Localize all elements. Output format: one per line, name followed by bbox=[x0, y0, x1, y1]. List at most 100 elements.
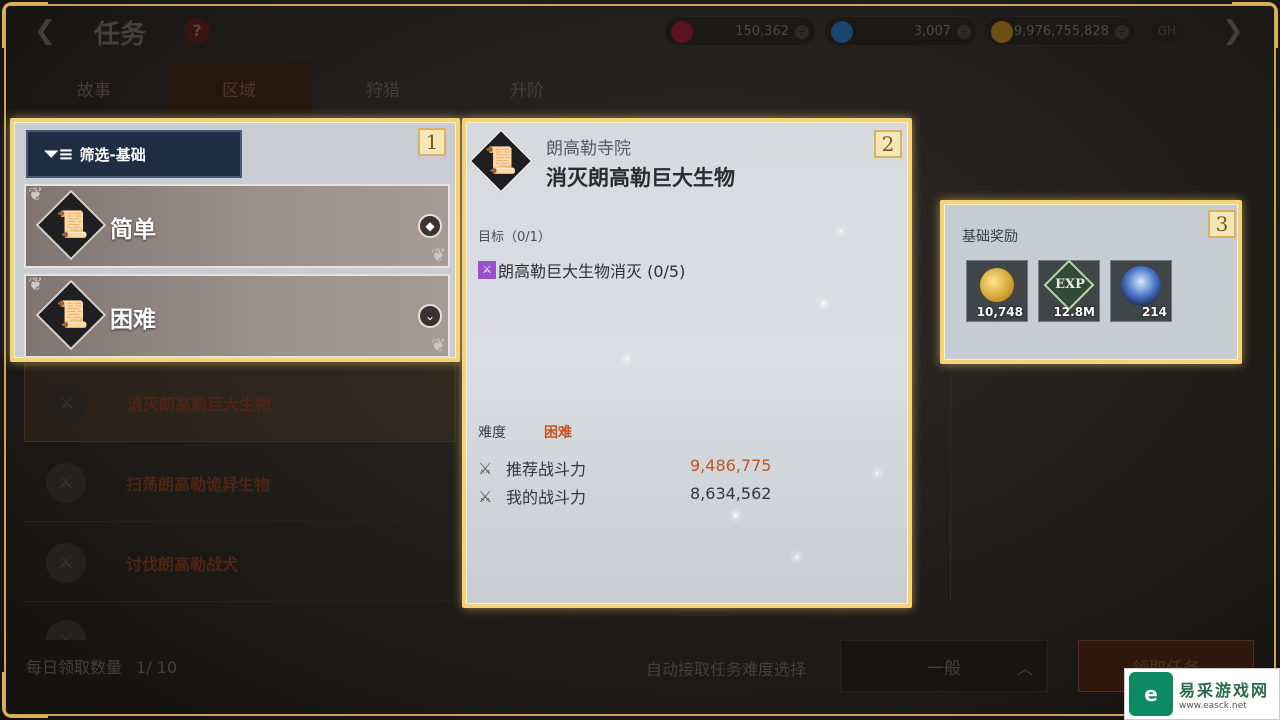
daily-claim-count: 每日领取数量 1/ 10 bbox=[26, 654, 177, 678]
currency-gold[interactable]: 9,976,755,828 + bbox=[984, 16, 1136, 46]
frame-corner-ornament bbox=[2, 672, 48, 718]
blue-orb-icon bbox=[1121, 266, 1161, 306]
ornament-icon: ❦ bbox=[28, 184, 44, 205]
crossed-swords-icon: ⚔ bbox=[478, 261, 496, 279]
watermark-logo-icon: e bbox=[1129, 672, 1173, 716]
difficulty-select-value: 一般 bbox=[927, 658, 961, 679]
crossed-swords-icon: ⚔ bbox=[46, 462, 86, 503]
step-badge: 2 bbox=[874, 130, 902, 158]
tab-hunt[interactable]: 狩猎 bbox=[311, 62, 455, 114]
difficulty-label: 简单 bbox=[110, 217, 156, 243]
filter-label: 筛选-基础 bbox=[79, 145, 146, 164]
difficulty-label: 难度 bbox=[478, 425, 506, 441]
back-arrow-icon[interactable]: ❮ bbox=[34, 16, 56, 46]
red-gem-icon bbox=[671, 21, 693, 43]
sparkle bbox=[876, 472, 878, 474]
ornament-icon: ❦ bbox=[430, 335, 446, 356]
highlight-panel-quest-detail: 📜 朗高勒寺院 消灭朗高勒巨大生物 2 目标（0/1） ⚔ 朗高勒巨大生物消灭 … bbox=[462, 118, 912, 608]
daily-claim-value: 1/ 10 bbox=[136, 658, 178, 677]
blue-gem-icon bbox=[831, 21, 853, 43]
gold-coin-icon bbox=[991, 21, 1013, 43]
reward-value: 12.8M bbox=[1053, 305, 1095, 319]
currency-red-gem[interactable]: 150,362 + bbox=[664, 16, 816, 46]
goal-label: 目标（0/1） bbox=[478, 230, 551, 245]
quest-list-label: 消灭朗高勒巨大生物 bbox=[127, 395, 272, 414]
difficulty-label: 困难 bbox=[110, 307, 156, 333]
crossed-swords-icon: ⚔ bbox=[46, 542, 86, 583]
objective-row: ⚔ 朗高勒巨大生物消灭 (0/5) bbox=[478, 258, 685, 282]
reward-item-orb[interactable]: 214 bbox=[1110, 260, 1172, 322]
gold-coins-icon bbox=[980, 268, 1014, 302]
reward-item-exp[interactable]: EXP 12.8M bbox=[1038, 259, 1100, 322]
reward-value: 10,748 bbox=[976, 305, 1023, 319]
my-power-label: 我的战斗力 bbox=[506, 488, 587, 507]
chevron-up-icon: ︿ bbox=[1016, 659, 1033, 678]
currency-blue-gem[interactable]: 3,007 + bbox=[824, 16, 978, 46]
site-watermark: e 易采游戏网 www.easck.net bbox=[1124, 668, 1280, 720]
crossed-swords-icon: ⚔ bbox=[478, 486, 493, 506]
reward-item-gold[interactable]: 10,748 bbox=[966, 260, 1028, 322]
sparkle bbox=[626, 358, 628, 360]
sparkle bbox=[796, 556, 798, 558]
quest-location: 朗高勒寺院 bbox=[546, 139, 631, 159]
auto-accept-label: 自动接取任务难度选择 bbox=[646, 660, 807, 679]
currency-value: 9,976,755,828 bbox=[1013, 23, 1109, 39]
sparkle bbox=[734, 514, 737, 517]
add-currency-icon[interactable]: + bbox=[957, 25, 971, 39]
help-button[interactable]: ? bbox=[184, 18, 210, 44]
my-power-row: ⚔ 我的战斗力 bbox=[478, 484, 586, 508]
game-screen: ❮ 任务 ? 150,362 + 3,007 + 9,976,755,828 +… bbox=[0, 0, 1280, 720]
tab-ascend[interactable]: 升阶 bbox=[455, 62, 599, 114]
gh-button[interactable]: GH bbox=[1150, 18, 1184, 44]
add-currency-icon[interactable]: + bbox=[1115, 25, 1129, 39]
scroll-icon: 📜 bbox=[484, 146, 518, 176]
watermark-url: www.easck.net bbox=[1179, 701, 1247, 711]
recommended-power-label: 推荐战斗力 bbox=[506, 460, 587, 479]
quest-list-label: 扫荡朗高勒诡异生物 bbox=[126, 474, 271, 494]
step-badge: 1 bbox=[418, 128, 446, 156]
divider bbox=[950, 360, 951, 600]
daily-claim-label: 每日领取数量 bbox=[26, 658, 123, 677]
step-badge: 3 bbox=[1208, 210, 1236, 238]
difficulty-select[interactable]: 一般 ︿ bbox=[840, 640, 1048, 692]
forward-arrow-icon[interactable]: ❯ bbox=[1222, 16, 1244, 46]
tab-story[interactable]: 故事 bbox=[22, 62, 166, 114]
difficulty-option-easy[interactable]: ❦ 📜 简单 ◆ ❦ bbox=[24, 184, 450, 268]
crossed-swords-icon: ⚔ bbox=[46, 620, 86, 640]
quest-name: 消灭朗高勒巨大生物 bbox=[546, 166, 735, 190]
crossed-swords-icon: ⚔ bbox=[478, 458, 493, 478]
filter-bar[interactable]: ⏷≡ 筛选-基础 bbox=[26, 130, 242, 178]
sparkle bbox=[840, 230, 842, 232]
ornament-icon: ❦ bbox=[430, 245, 446, 266]
crossed-swords-icon: ⚔ bbox=[47, 383, 87, 423]
quest-list-item[interactable]: ⚔ bbox=[24, 604, 456, 640]
exp-text: EXP bbox=[1055, 277, 1085, 292]
difficulty-value: 困难 bbox=[544, 425, 572, 441]
quest-list-item[interactable]: ⚔ 扫荡朗高勒诡异生物 bbox=[24, 444, 456, 522]
tab-region[interactable]: 区域 bbox=[167, 62, 311, 114]
scroll-icon: 📜 bbox=[56, 300, 89, 330]
scroll-icon: 📜 bbox=[56, 210, 89, 240]
ornament-icon: ❦ bbox=[28, 274, 44, 295]
quest-list-label: 讨伐朗高勒战犬 bbox=[126, 554, 239, 574]
chevron-down-icon[interactable]: ⌄ bbox=[418, 304, 442, 328]
page-title: 任务 bbox=[94, 20, 147, 50]
currency-value: 3,007 bbox=[913, 23, 951, 39]
reward-label: 基础奖励 bbox=[962, 229, 1018, 245]
quest-list-item[interactable]: ⚔ 消灭朗高勒巨大生物 bbox=[24, 364, 456, 442]
my-power-value: 8,634,562 bbox=[690, 484, 772, 503]
filter-icon: ⏷≡ bbox=[44, 143, 74, 165]
quest-list-item[interactable]: ⚔ 讨伐朗高勒战犬 bbox=[24, 524, 456, 602]
arrow-right-icon[interactable]: ◆ bbox=[418, 214, 442, 238]
recommended-power-value: 9,486,775 bbox=[690, 456, 772, 475]
add-currency-icon[interactable]: + bbox=[795, 25, 809, 39]
currency-value: 150,362 bbox=[735, 23, 789, 39]
recommended-power-row: ⚔ 推荐战斗力 bbox=[478, 456, 586, 480]
difficulty-option-hard[interactable]: ❦ 📜 困难 ⌄ ❦ bbox=[24, 274, 450, 358]
sparkle bbox=[822, 302, 825, 305]
highlight-panel-filter: ⏷≡ 筛选-基础 1 ❦ 📜 简单 ◆ ❦ ❦ 📜 困难 ⌄ ❦ bbox=[10, 118, 460, 362]
objective-text: 朗高勒巨大生物消灭 (0/5) bbox=[498, 262, 686, 281]
watermark-name: 易采游戏网 bbox=[1179, 681, 1270, 700]
reward-value: 214 bbox=[1141, 305, 1167, 319]
highlight-panel-rewards: 基础奖励 3 10,748 EXP 12.8M 214 bbox=[940, 200, 1242, 364]
